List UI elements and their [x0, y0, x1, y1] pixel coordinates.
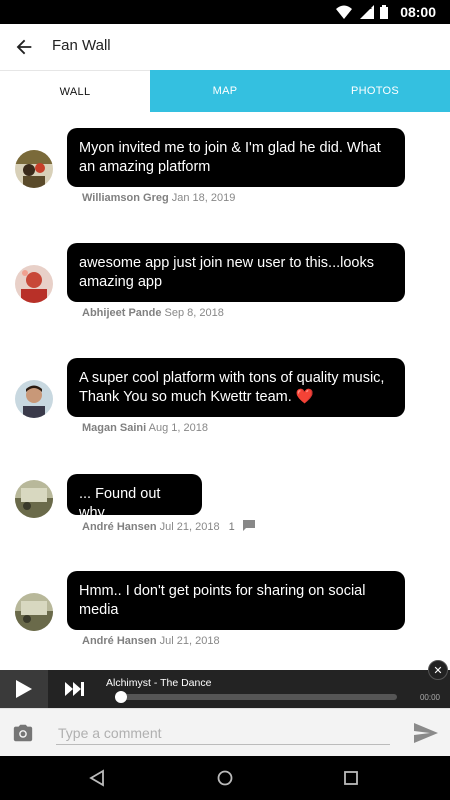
wifi-icon: [335, 5, 352, 19]
avatar[interactable]: [15, 380, 53, 418]
close-player-button[interactable]: ✕: [428, 660, 448, 680]
avatar[interactable]: [15, 265, 53, 303]
post-date: Jan 18, 2019: [171, 192, 236, 204]
system-nav-bar: [0, 756, 450, 800]
mini-player: Alchimyst - The Dance 00:00 ✕: [0, 660, 450, 708]
track-progress-slider[interactable]: [115, 691, 397, 703]
tab-bar: WALL MAP PHOTOS: [0, 70, 450, 112]
message-bubble: ... Found out why: [67, 474, 202, 521]
camera-icon[interactable]: [12, 722, 34, 744]
back-arrow-icon[interactable]: [12, 36, 36, 58]
nav-recents-icon[interactable]: [341, 768, 361, 788]
play-button[interactable]: [0, 670, 48, 708]
comment-input[interactable]: [56, 721, 390, 745]
nav-back-icon[interactable]: [88, 768, 108, 788]
avatar[interactable]: [15, 150, 53, 188]
tab-wall[interactable]: WALL: [0, 70, 150, 112]
track-title: Alchimyst - The Dance: [106, 677, 212, 689]
message-bubble: awesome app just join new user to this..…: [67, 243, 405, 302]
post-date: Aug 1, 2018: [148, 422, 208, 434]
status-bar: LTE 08:00: [0, 0, 450, 24]
post-meta: André Hansen Jul 21, 2018: [82, 635, 220, 647]
comment-count: 1: [228, 521, 235, 533]
avatar[interactable]: [15, 593, 53, 631]
post-meta: André Hansen Jul 21, 2018 1: [82, 520, 255, 533]
network-type-label: LTE: [361, 5, 373, 11]
message-bubble: Hmm.. I don't get points for sharing on …: [67, 571, 405, 630]
post-meta: Abhijeet Pande Sep 8, 2018: [82, 307, 224, 319]
play-icon: [16, 680, 32, 698]
nav-home-icon[interactable]: [215, 768, 235, 788]
post-author[interactable]: André Hansen: [82, 635, 157, 647]
page-title: Fan Wall: [52, 37, 111, 54]
post-meta: Magan Saini Aug 1, 2018: [82, 422, 208, 434]
post-date: Jul 21, 2018: [159, 521, 220, 533]
post-meta: Williamson Greg Jan 18, 2019: [82, 192, 235, 204]
elapsed-time: 00:00: [419, 693, 440, 702]
post-date: Jul 21, 2018: [159, 635, 220, 647]
tab-photos[interactable]: PHOTOS: [300, 70, 450, 112]
skip-next-icon: [65, 682, 84, 696]
message-bubble: Myon invited me to join & I'm glad he di…: [67, 128, 405, 187]
tab-map[interactable]: MAP: [150, 70, 300, 112]
progress-knob[interactable]: [115, 691, 127, 703]
avatar[interactable]: [15, 480, 53, 518]
post-author[interactable]: Magan Saini: [82, 422, 146, 434]
comment-icon[interactable]: [242, 520, 255, 531]
fan-wall-feed[interactable]: Myon invited me to join & I'm glad he di…: [0, 112, 450, 670]
message-bubble: A super cool platform with tons of quali…: [67, 358, 405, 417]
next-track-button[interactable]: [60, 678, 90, 700]
app-bar: Fan Wall: [0, 24, 450, 70]
post-author[interactable]: André Hansen: [82, 521, 157, 533]
post-author[interactable]: Williamson Greg: [82, 192, 169, 204]
comment-composer: [0, 708, 450, 757]
post-author[interactable]: Abhijeet Pande: [82, 307, 161, 319]
post-date: Sep 8, 2018: [164, 307, 224, 319]
battery-icon: [380, 5, 389, 19]
send-icon[interactable]: [414, 723, 438, 743]
close-icon: ✕: [433, 664, 443, 677]
clock: 08:00: [400, 4, 436, 20]
